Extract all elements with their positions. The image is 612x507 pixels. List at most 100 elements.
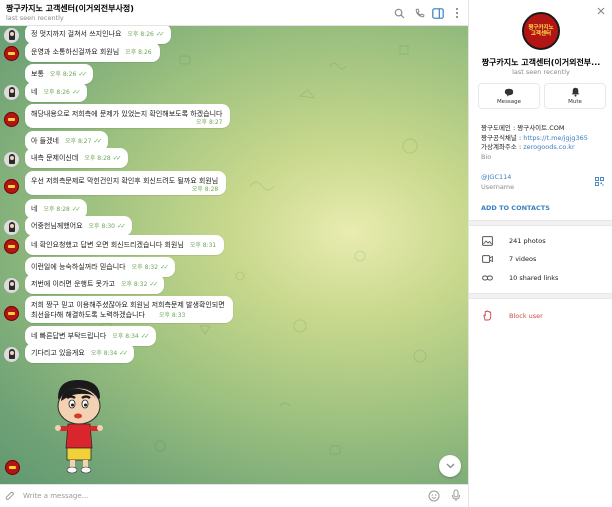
message-time: 오후 8:26: [49, 71, 77, 78]
read-checks-icon: ✓✓: [160, 263, 169, 271]
bio-label: 짱구도메인 :: [481, 124, 518, 132]
message-button-label: Message: [496, 98, 522, 105]
message-text-line2: 최선을다해 해결하도록 노력하겠습니다 오후 8:33: [31, 310, 225, 321]
message-button[interactable]: Message: [478, 83, 540, 109]
message-row: 우선 저희측문제로 막힌건인지 확인후 회신드려도 될까요 회원님 오후 8:2…: [0, 171, 468, 195]
read-checks-icon: ✓✓: [71, 88, 81, 96]
profile-actions: Message Mute: [469, 82, 612, 112]
username-caption: Username: [481, 183, 515, 191]
message-text: 네: [31, 88, 38, 96]
agent-avatar[interactable]: [4, 306, 19, 321]
add-to-contacts-button[interactable]: ADD TO CONTACTS: [481, 204, 550, 212]
message-text: 보통: [31, 70, 44, 78]
user-avatar[interactable]: [4, 347, 19, 362]
profile-name: 짱구카지노 고객센터(이거외전부...: [481, 58, 601, 67]
microphone-icon[interactable]: [451, 489, 461, 504]
message-row: 운영과 소통하신걸까요 회원님 오후 8:26: [0, 42, 468, 64]
attach-icon[interactable]: [5, 491, 15, 504]
profile-header: 짱구카지노 고객센터 짱구카지노 고객센터(이거외전부... last seen …: [469, 0, 612, 82]
chat-status: last seen recently: [6, 14, 64, 22]
message-text: 네 빠른답변 부탁드립니다: [31, 332, 107, 340]
message-bubble[interactable]: 네 확인요청했고 답변 오면 회신드리겠습니다 회원님 오후 8:31: [25, 235, 225, 255]
message-bubble[interactable]: 저희 짱구 믿고 이용해주셨잖아요 회원님 저희측문제 발생확인되면 최선을다해…: [25, 296, 233, 323]
links-row[interactable]: 10 shared links: [469, 270, 612, 286]
message-time: 오후 8:26: [43, 89, 70, 96]
message-text: 아 들겠네: [31, 137, 59, 145]
bio-value: 짱구사이트.COM: [517, 124, 565, 132]
message-bubble[interactable]: 기다리고 있을게요 오후 8:34 ✓✓: [25, 343, 135, 363]
agent-avatar[interactable]: [5, 460, 20, 475]
user-avatar[interactable]: [4, 85, 19, 100]
bio-line: 가상계좌주소 : zerogoods.co.kr: [481, 143, 611, 153]
message-time: 오후 8:28: [43, 206, 70, 213]
message-row: 저번에 이러면 운행트 못가고 오후 8:32 ✓✓: [0, 274, 468, 296]
message-bubble[interactable]: 우선 저희측문제로 막힌건인지 확인후 회신드려도 될까요 회원님 오후 8:2…: [25, 171, 227, 195]
mute-button[interactable]: Mute: [544, 83, 606, 109]
agent-avatar[interactable]: [4, 239, 19, 254]
read-checks-icon: ✓✓: [71, 205, 81, 213]
cartoon-sticker[interactable]: [48, 376, 108, 476]
chat-title[interactable]: 짱구카지노 고객센터(이거외전부사정): [6, 3, 134, 14]
message-row: 네 확인요청했고 답변 오면 회신드리겠습니다 회원님 오후 8:31: [0, 235, 468, 257]
chat-header[interactable]: 짱구카지노 고객센터(이거외전부사정) last seen recently: [0, 0, 468, 26]
message-text: 내측 문제이신데: [31, 154, 79, 162]
message-bubble[interactable]: 내측 문제이신데 오후 8:28 ✓✓: [25, 148, 128, 168]
agent-avatar[interactable]: [4, 46, 19, 61]
message-bubble[interactable]: 어중헌님께했어요 오후 8:30 ✓✓: [25, 216, 132, 236]
section-divider: [469, 220, 612, 226]
chat-bubble-icon: [504, 88, 514, 96]
read-checks-icon: ✓✓: [116, 222, 126, 230]
message-bubble[interactable]: 운영과 소통하신걸까요 회원님 오후 8:26: [25, 42, 160, 62]
block-hand-icon: [483, 310, 492, 321]
block-user-label: Block user: [509, 312, 543, 320]
emoji-icon[interactable]: [428, 490, 440, 504]
block-user-button[interactable]: Block user: [469, 308, 612, 324]
user-avatar[interactable]: [4, 152, 19, 167]
chat-pane: 짱구카지노 고객센터(이거외전부사정) last seen recently 정…: [0, 0, 468, 507]
message-text: 저희 짱구 믿고 이용해주셨잖아요 회원님 저희측문제 발생확인되면: [31, 301, 225, 309]
message-composer[interactable]: Write a message...: [0, 484, 468, 507]
message-row: 네 오후 8:26 ✓✓: [0, 82, 468, 104]
message-input[interactable]: Write a message...: [23, 492, 88, 500]
message-list[interactable]: 정 멋지까지 걸쳐서 쓰지인나요 오후 8:26 ✓✓ 운영과 소통하신걸까요 회원…: [0, 26, 468, 484]
username-section[interactable]: @JGC114 Username: [481, 172, 611, 192]
agent-avatar[interactable]: [4, 179, 19, 194]
photo-icon: [482, 236, 493, 246]
qr-code-icon[interactable]: [595, 177, 604, 186]
user-avatar[interactable]: [4, 220, 19, 235]
sidebar-toggle-icon[interactable]: [431, 6, 445, 20]
message-text: 저번에 이러면 운행트 못가고: [31, 280, 115, 288]
bio-line: 짱구도메인 : 짱구사이트.COM: [481, 124, 611, 134]
message-bubble[interactable]: 저번에 이러면 운행트 못가고 오후 8:32 ✓✓: [25, 274, 165, 294]
message-bubble[interactable]: 보통 오후 8:26 ✓✓: [25, 64, 94, 84]
user-avatar[interactable]: [4, 28, 19, 43]
phone-icon[interactable]: [412, 6, 426, 20]
bio-section: 짱구도메인 : 짱구사이트.COM 짱구공식채널 : https://t.me/…: [481, 124, 611, 162]
search-icon[interactable]: [392, 6, 406, 20]
site-link[interactable]: zerogoods.co.kr: [523, 143, 575, 151]
profile-avatar[interactable]: 짱구카지노 고객센터: [522, 12, 560, 50]
link-icon: [482, 275, 493, 281]
more-menu-icon[interactable]: [450, 6, 464, 20]
avatar-logo: 짱구카지노 고객센터: [528, 25, 554, 37]
username-value[interactable]: @JGC114: [481, 172, 611, 182]
message-time: 오후 8:34: [112, 333, 139, 340]
bio-line: 짱구공식채널 : https://t.me/jgjg365: [481, 134, 611, 144]
photos-row[interactable]: 241 photos: [469, 233, 612, 249]
read-checks-icon: ✓✓: [140, 332, 150, 340]
message-bubble[interactable]: 네 오후 8:26 ✓✓: [25, 82, 87, 102]
message-text: 어중헌님께했어요: [31, 222, 83, 230]
message-text-line2-content: 최선을다해 해결하도록 노력하겠습니다: [31, 311, 145, 319]
bio-caption: Bio: [481, 152, 492, 161]
videos-row[interactable]: 7 videos: [469, 251, 612, 267]
scroll-to-bottom-button[interactable]: [439, 455, 461, 477]
user-avatar[interactable]: [4, 278, 19, 293]
message-time: 오후 8:30: [88, 223, 115, 230]
agent-avatar[interactable]: [4, 112, 19, 127]
videos-count: 7 videos: [509, 255, 537, 263]
read-checks-icon: ✓✓: [149, 280, 158, 288]
read-checks-icon: ✓✓: [78, 70, 87, 78]
close-icon[interactable]: [595, 5, 607, 17]
channel-link[interactable]: https://t.me/jgjg365: [523, 134, 588, 142]
message-bubble[interactable]: 해당내용으로 저희측에 문제가 있었는지 확인해보도록 하겠습니다 오후 8:2…: [25, 104, 231, 128]
